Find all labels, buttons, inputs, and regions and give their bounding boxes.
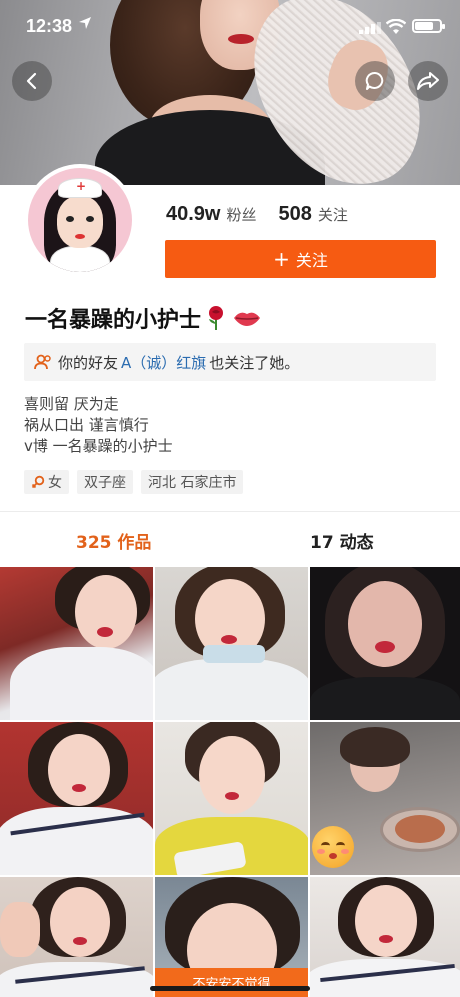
tab-dynamics[interactable]: 17 动态 — [310, 528, 374, 553]
tag-gender-label: 女 — [48, 475, 62, 491]
wifi-icon — [386, 19, 406, 34]
emoji-sticker — [312, 826, 354, 868]
friend-notice-suffix: 也关注了她。 — [209, 353, 300, 372]
thumbnail-caption: 不安安不觉得 — [155, 968, 308, 997]
following-label[interactable]: 关注 — [318, 204, 348, 225]
female-icon — [31, 475, 45, 489]
nickname-text: 一名暴躁的小护士 — [25, 308, 202, 333]
friends-icon — [34, 354, 51, 370]
tag-gender: 女 — [24, 470, 69, 494]
fans-label[interactable]: 粉丝 — [226, 204, 256, 225]
home-indicator[interactable] — [150, 986, 310, 991]
follow-button-label: 关注 — [295, 251, 328, 270]
message-button[interactable] — [355, 61, 395, 101]
message-icon — [365, 71, 384, 90]
grid-thumbnail[interactable] — [155, 722, 308, 875]
lips-icon — [234, 312, 261, 326]
mutual-friend-notice[interactable]: 你的好友 A（诚）红旗 也关注了她。 — [24, 343, 436, 381]
bio-line: 祸从口出 谨言慎行 — [24, 416, 149, 434]
friend-name-link[interactable]: A（诚）红旗 — [121, 352, 206, 373]
avatar[interactable]: + — [24, 164, 136, 276]
grid-thumbnail[interactable] — [310, 567, 460, 720]
share-icon — [417, 72, 439, 90]
friend-notice-prefix: 你的好友 — [58, 353, 119, 372]
tab-works[interactable]: 325 作品 — [76, 528, 151, 553]
profile-stats: 40.9w 粉丝 508 关注 — [166, 203, 370, 233]
works-grid — [0, 567, 460, 997]
status-time: 12:38 — [26, 16, 73, 36]
follow-button[interactable]: + 关注 — [165, 240, 436, 278]
grid-thumbnail[interactable] — [310, 877, 460, 997]
bio: 喜则留 厌为走 祸从口出 谨言慎行 v博 一名暴躁的小护士 — [24, 394, 173, 457]
profile-tags: 女 双子座 河北 石家庄市 — [24, 470, 251, 494]
nickname: 一名暴躁的小护士 — [25, 302, 261, 334]
location-arrow-icon — [79, 17, 91, 29]
bio-line: 喜则留 厌为走 — [24, 395, 119, 413]
grid-thumbnail[interactable] — [0, 877, 153, 997]
grid-thumbnail[interactable] — [0, 567, 153, 720]
share-button[interactable] — [408, 61, 448, 101]
battery-icon — [412, 19, 445, 33]
grid-thumbnail[interactable] — [155, 567, 308, 720]
status-bar: 12:38 — [0, 0, 460, 52]
following-count[interactable]: 508 — [279, 203, 312, 226]
signal-icon — [359, 22, 381, 34]
back-button[interactable] — [12, 61, 52, 101]
fans-count[interactable]: 40.9w — [166, 203, 220, 226]
back-icon — [26, 72, 37, 90]
tag-location: 河北 石家庄市 — [141, 470, 244, 494]
avatar-illustration: + — [28, 168, 132, 272]
content-tabs: 325 作品 17 动态 — [0, 512, 460, 567]
rose-icon — [209, 306, 224, 330]
tag-zodiac: 双子座 — [77, 470, 133, 494]
bio-line: v博 一名暴躁的小护士 — [24, 437, 173, 455]
plus-icon: + — [273, 247, 290, 271]
grid-thumbnail[interactable] — [0, 722, 153, 875]
